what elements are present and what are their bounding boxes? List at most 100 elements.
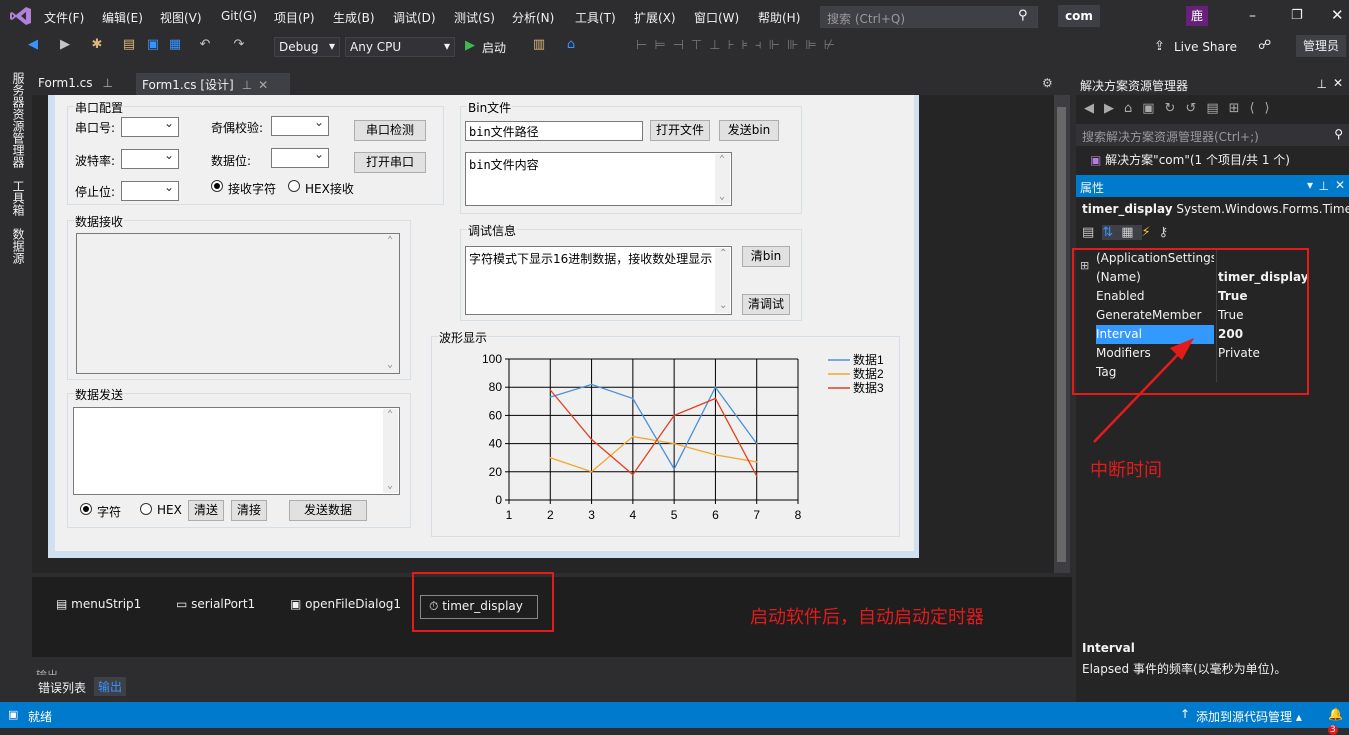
tab-server-explorer[interactable]: 服务器资源管理器 xyxy=(10,72,27,168)
undo-icon[interactable]: ↶ xyxy=(198,38,212,52)
solution-search-input[interactable]: 搜索解决方案资源管理器(Ctrl+;) ⚲ xyxy=(1076,124,1349,146)
feedback-icon[interactable]: ☍ xyxy=(1258,38,1271,53)
solution-item[interactable]: ▣ 解决方案"com"(1 个项目/共 1 个) xyxy=(1090,151,1290,168)
pin-icon[interactable]: ⊥ xyxy=(1317,77,1327,91)
receive-textbox[interactable] xyxy=(76,233,400,374)
pin-icon[interactable]: ⊥ xyxy=(242,78,252,92)
clear-send-button[interactable]: 清送 xyxy=(188,500,224,521)
send-data-button[interactable]: 发送数据 xyxy=(289,500,367,521)
folder-icon[interactable]: ▥ xyxy=(532,38,546,52)
bin-path-input[interactable]: bin文件路径 xyxy=(465,121,643,141)
new-project-icon[interactable]: ✱ xyxy=(90,38,104,52)
events-icon[interactable]: ⚡ xyxy=(1142,225,1159,240)
settings-gear-icon[interactable]: ⚙ xyxy=(1042,76,1053,90)
properties-icon[interactable]: ▦ xyxy=(1121,225,1142,240)
menu-extensions[interactable]: 扩展(X) xyxy=(634,9,676,26)
save-icon[interactable]: ▣ xyxy=(146,38,160,52)
source-control-button[interactable]: 添加到源代码管理 ▴ xyxy=(1196,708,1302,725)
tab-form1-designer[interactable]: Form1.cs [设计] ⊥ ✕ xyxy=(136,73,290,95)
tab-output[interactable]: 输出 xyxy=(94,677,127,696)
parity-combo[interactable] xyxy=(271,115,329,136)
scrollbar[interactable] xyxy=(383,409,398,493)
tab-error-list[interactable]: 错误列表 xyxy=(38,679,86,696)
tray-serialport[interactable]: ▭ serialPort1 xyxy=(176,597,255,611)
port-combo[interactable] xyxy=(121,116,179,137)
platform-select[interactable]: Any CPU ▾ xyxy=(345,37,455,57)
solution-toolbar-icons[interactable]: ◀▶⌂▣↻↺▤⊞⟨⟩ xyxy=(1084,101,1280,116)
scrollbar[interactable] xyxy=(715,154,730,204)
open-serial-button[interactable]: 打开串口 xyxy=(354,152,426,173)
start-icon[interactable]: ▶ xyxy=(465,38,475,53)
menu-tools[interactable]: 工具(T) xyxy=(575,9,616,26)
recv-hex-radio[interactable] xyxy=(288,180,300,192)
start-button[interactable]: 启动 xyxy=(482,39,506,56)
stop-combo[interactable] xyxy=(121,180,179,201)
tab-toolbox[interactable]: 工具箱 xyxy=(10,180,27,216)
close-icon[interactable]: ✕ xyxy=(258,78,268,92)
minimize-icon[interactable]: – xyxy=(1249,8,1256,24)
menu-analyze[interactable]: 分析(N) xyxy=(512,9,554,26)
redo-icon[interactable]: ↷ xyxy=(232,38,246,52)
layout-tools-icon[interactable]: ⊢⊨⊣⊤⊥⊦⊧⫞⊩⊪⊫⊬ xyxy=(636,38,842,53)
alphabetical-icon[interactable]: ⇅ xyxy=(1102,225,1122,240)
menu-window[interactable]: 窗口(W) xyxy=(694,9,739,26)
search-icon[interactable]: ⚲ xyxy=(1018,8,1028,23)
menu-test[interactable]: 测试(S) xyxy=(454,9,495,26)
tab-form1-cs[interactable]: Form1.cs ⊥ xyxy=(32,73,132,95)
send-textbox[interactable] xyxy=(73,407,400,495)
menu-build[interactable]: 生成(B) xyxy=(333,9,375,26)
live-share-button[interactable]: Live Share xyxy=(1174,40,1237,54)
recv-char-radio[interactable] xyxy=(211,180,223,192)
live-share-icon[interactable]: ⇪ xyxy=(1154,39,1165,54)
menu-file[interactable]: 文件(F) xyxy=(44,9,84,26)
user-avatar[interactable]: 鹿 xyxy=(1186,6,1208,26)
tray-openfiledialog[interactable]: ▣ openFileDialog1 xyxy=(290,597,401,611)
send-hex-radio[interactable] xyxy=(140,503,152,515)
categorized-icon[interactable]: ▤ xyxy=(1082,225,1102,240)
config-select[interactable]: Debug ▾ xyxy=(274,37,340,57)
menu-project[interactable]: 项目(P) xyxy=(274,9,315,26)
send-bin-button[interactable]: 发送bin xyxy=(719,120,779,141)
menu-help[interactable]: 帮助(H) xyxy=(758,9,800,26)
tab-data-sources[interactable]: 数据源 xyxy=(10,228,27,264)
upload-icon[interactable]: ↑ xyxy=(1180,707,1190,721)
clear-bin-button[interactable]: 清bin xyxy=(742,246,790,267)
debug-textbox[interactable]: 字符模式下显示16进制数据，接收数处理显示 xyxy=(465,246,732,315)
close-icon[interactable]: ✕ xyxy=(1333,76,1343,90)
properties-toolbar[interactable]: ▤⇅▦⚡⚷ xyxy=(1082,225,1176,240)
clear-recv-button[interactable]: 清接 xyxy=(231,500,267,521)
vs-logo-icon[interactable] xyxy=(10,6,32,26)
menu-edit[interactable]: 编辑(E) xyxy=(102,9,143,26)
properties-object-selector[interactable]: timer_display System.Windows.Forms.Timer xyxy=(1082,202,1349,216)
search-input[interactable]: 搜索 (Ctrl+Q) xyxy=(820,6,1038,28)
baud-combo[interactable] xyxy=(121,148,179,169)
pin-icon[interactable]: ⊥ xyxy=(1319,179,1329,193)
send-char-radio[interactable] xyxy=(80,503,92,515)
menu-debug[interactable]: 调试(D) xyxy=(393,9,436,26)
back-icon[interactable]: ◀ xyxy=(26,38,40,52)
databits-combo[interactable] xyxy=(271,147,329,168)
property-pages-icon[interactable]: ⚷ xyxy=(1159,225,1177,240)
admin-badge[interactable]: 管理员 xyxy=(1296,35,1346,57)
menu-git[interactable]: Git(G) xyxy=(221,9,257,23)
scrollbar[interactable] xyxy=(383,235,398,372)
open-file-button[interactable]: 打开文件 xyxy=(650,120,710,141)
search-icon[interactable]: ⚲ xyxy=(1334,127,1343,141)
open-folder-icon[interactable]: ▤ xyxy=(122,38,136,52)
chevron-down-icon[interactable]: ▾ xyxy=(1307,178,1313,192)
scrollbar[interactable] xyxy=(715,248,730,313)
close-icon[interactable]: ✕ xyxy=(1335,178,1345,192)
clear-debug-button[interactable]: 清调试 xyxy=(742,294,790,315)
scrollbar-thumb[interactable] xyxy=(1057,107,1066,562)
restore-icon[interactable]: ❐ xyxy=(1291,8,1303,23)
bin-content-textbox[interactable]: bin文件内容 xyxy=(465,152,732,206)
browser-icon[interactable]: ⌂ xyxy=(564,38,578,52)
notifications-icon[interactable]: 🔔3 xyxy=(1328,707,1349,735)
close-icon[interactable]: ✕ xyxy=(1331,6,1344,24)
serial-check-button[interactable]: 串口检测 xyxy=(354,120,426,141)
menu-view[interactable]: 视图(V) xyxy=(160,9,202,26)
tray-menustrip[interactable]: ▤ menuStrip1 xyxy=(56,597,141,611)
pin-icon[interactable]: ⊥ xyxy=(103,76,113,90)
save-all-icon[interactable]: ▦ xyxy=(168,38,182,52)
forward-icon[interactable]: ▶ xyxy=(58,38,72,52)
